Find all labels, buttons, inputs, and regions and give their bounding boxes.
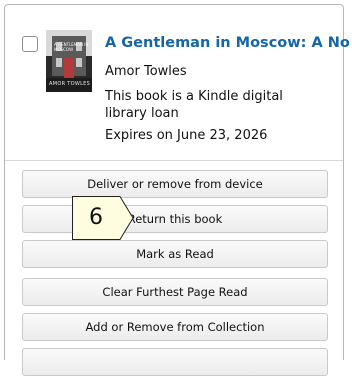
select-checkbox[interactable] — [22, 36, 38, 52]
cover-window — [56, 58, 62, 67]
book-cover-image[interactable]: A GENTLEMAN IN MOSCOW AMOR TOWLES — [46, 30, 92, 92]
divider — [5, 160, 343, 161]
clear-furthest-page-button[interactable]: Clear Furthest Page Read — [22, 278, 328, 306]
step-number: 6 — [89, 205, 103, 230]
loan-expiry-text: Expires on June 23, 2026 — [105, 128, 268, 143]
book-title-link[interactable]: A Gentleman in Moscow: A Novel — [105, 35, 349, 51]
return-book-button[interactable]: Return this book — [22, 205, 328, 233]
cover-author-text: AMOR TOWLES — [49, 81, 91, 87]
add-remove-collection-button[interactable]: Add or Remove from Collection — [22, 313, 328, 341]
deliver-remove-button[interactable]: Deliver or remove from device — [22, 170, 328, 198]
mark-as-read-button[interactable]: Mark as Read — [22, 240, 328, 268]
step-callout: 6 — [72, 196, 134, 240]
cover-title-text: A GENTLEMAN IN MOSCOW — [54, 42, 89, 52]
loan-status-text: This book is a Kindle digital library lo… — [105, 89, 283, 121]
cover-figure — [64, 58, 74, 78]
more-action-button[interactable] — [22, 348, 328, 376]
book-author: Amor Towles — [105, 64, 187, 79]
cover-window — [76, 58, 82, 67]
